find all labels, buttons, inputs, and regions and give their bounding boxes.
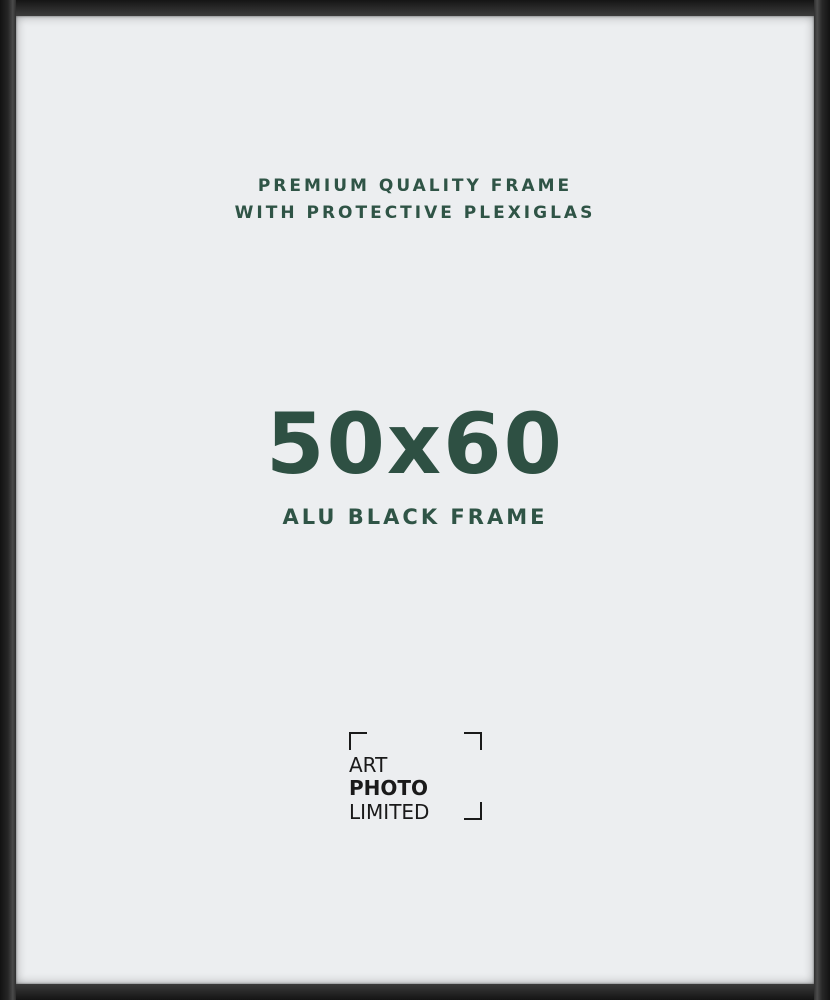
frame-top-edge: [0, 0, 830, 16]
art-photo-limited-logo: ART PHOTO LIMITED: [346, 729, 482, 824]
logo-corner-bottom-right: [464, 802, 482, 820]
logo-word-limited: LIMITED: [349, 800, 430, 824]
tagline-line-2: WITH PROTECTIVE PLEXIGLAS: [234, 203, 596, 223]
black-aluminium-frame: PREMIUM QUALITY FRAME WITH PROTECTIVE PL…: [0, 0, 830, 1000]
logo-word-photo: PHOTO: [349, 776, 429, 800]
logo-corner-top-right: [464, 732, 482, 750]
tagline-line-1: PREMIUM QUALITY FRAME: [257, 176, 573, 196]
frame-right-edge: [814, 0, 830, 1000]
logo-word-art: ART: [349, 753, 388, 777]
frame-size-heading: 50x60: [266, 395, 564, 493]
frame-bottom-edge: [0, 984, 830, 1000]
frame-left-edge: [0, 0, 16, 1000]
logo-corner-top-left: [349, 732, 367, 750]
frame-name-label: ALU BLACK FRAME: [282, 505, 548, 529]
frame-insert-card: PREMIUM QUALITY FRAME WITH PROTECTIVE PL…: [16, 16, 814, 984]
